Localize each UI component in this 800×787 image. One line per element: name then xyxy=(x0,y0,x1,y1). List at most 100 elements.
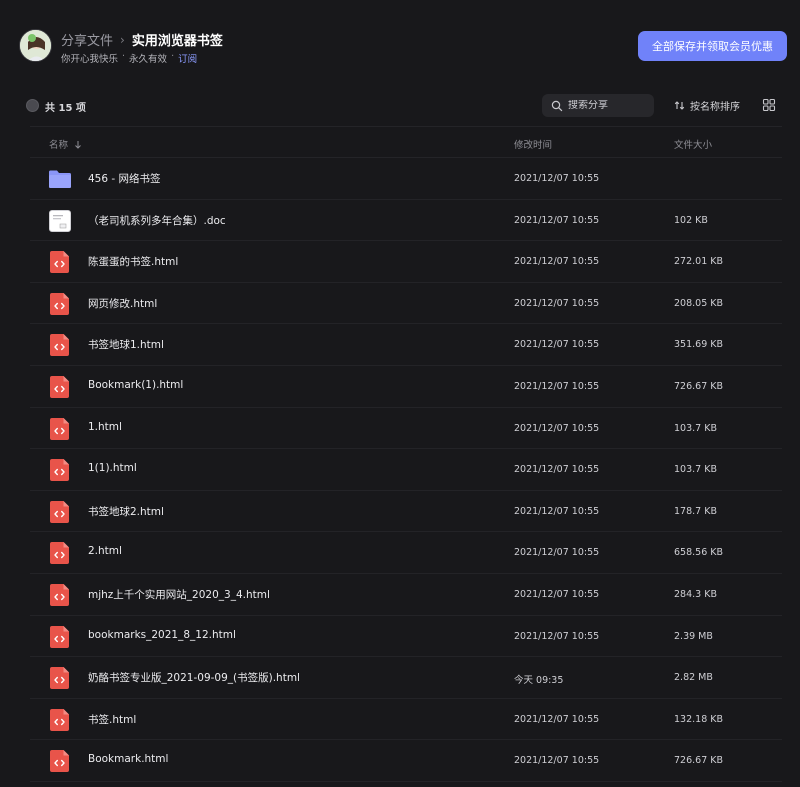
file-row[interactable]: bookmarks_2021_8_12.html 2021/12/07 10:55… xyxy=(30,616,782,658)
file-modified-time: 2021/12/07 10:55 xyxy=(514,464,600,476)
breadcrumb-separator: › xyxy=(120,32,125,47)
separator-dot: · xyxy=(171,51,175,62)
file-name[interactable]: （老司机系列多年合集）.doc xyxy=(88,213,226,228)
html-file-icon xyxy=(49,334,71,357)
file-size: 284.3 KB xyxy=(674,588,717,600)
search-icon xyxy=(551,100,563,111)
file-name[interactable]: 陈蛋蛋的书签.html xyxy=(88,254,178,269)
file-row[interactable]: Bookmark.html 2021/12/07 10:55 726.67 KB xyxy=(30,740,782,782)
file-name[interactable]: 456 - 网络书签 xyxy=(88,171,161,186)
validity-label: 永久有效 xyxy=(129,54,168,65)
sharer-avatar[interactable] xyxy=(19,29,52,62)
file-row[interactable]: 奶酪书签专业版_2021-09-09_(书签版).html 今天 09:35 2.8… xyxy=(30,657,782,699)
file-name[interactable]: Bookmark(1).html xyxy=(88,379,183,391)
file-row[interactable]: 456 - 网络书签 2021/12/07 10:55 xyxy=(30,158,782,200)
file-modified-time: 今天 09:35 xyxy=(514,675,564,687)
file-modified-time: 2021/12/07 10:55 xyxy=(514,755,600,767)
file-size: 103.7 KB xyxy=(674,464,717,476)
item-count: 共 15 项 xyxy=(45,103,86,114)
html-file-icon xyxy=(49,542,71,565)
column-name[interactable]: 名称 xyxy=(49,137,82,151)
separator-dot: · xyxy=(122,51,126,62)
html-file-icon xyxy=(49,375,71,398)
file-size: 726.67 KB xyxy=(674,380,724,392)
share-info: 你开心我快乐 · 永久有效 · 订阅 xyxy=(61,51,197,65)
search-box[interactable] xyxy=(542,94,654,117)
share-header: 分享文件 › 实用浏览器书签 你开心我快乐 · 永久有效 · 订阅 全部保存并领… xyxy=(0,0,800,88)
file-name[interactable]: 1.html xyxy=(88,421,122,433)
html-file-icon xyxy=(49,625,71,648)
column-time[interactable]: 修改时间 xyxy=(514,137,552,151)
file-name[interactable]: 网页修改.html xyxy=(88,296,157,311)
file-size: 103.7 KB xyxy=(674,422,717,434)
file-modified-time: 2021/12/07 10:55 xyxy=(514,380,600,392)
file-row[interactable]: 1(1).html 2021/12/07 10:55 103.7 KB xyxy=(30,449,782,491)
file-modified-time: 2021/12/07 10:55 xyxy=(514,630,600,642)
file-size: 272.01 KB xyxy=(674,256,724,268)
file-size: 2.39 MB xyxy=(674,630,713,642)
file-list: 456 - 网络书签 2021/12/07 10:55 （老司机系列多年合集）.do… xyxy=(30,158,782,782)
file-name[interactable]: Bookmark.html xyxy=(88,753,168,765)
arrow-down-icon xyxy=(75,140,81,149)
file-name[interactable]: 书签地球2.html xyxy=(88,504,164,519)
file-row[interactable]: （老司机系列多年合集）.doc 2021/12/07 10:55 102 KB xyxy=(30,200,782,242)
html-file-icon xyxy=(49,583,71,606)
sort-icon xyxy=(674,101,685,110)
file-size: 351.69 KB xyxy=(674,339,724,351)
file-modified-time: 2021/12/07 10:55 xyxy=(514,547,600,559)
html-file-icon xyxy=(49,292,71,315)
file-row[interactable]: 书签地球2.html 2021/12/07 10:55 178.7 KB xyxy=(30,491,782,533)
file-row[interactable]: 书签地球1.html 2021/12/07 10:55 351.69 KB xyxy=(30,324,782,366)
html-file-icon xyxy=(49,750,71,773)
file-name[interactable]: 1(1).html xyxy=(88,462,137,474)
file-modified-time: 2021/12/07 10:55 xyxy=(514,505,600,517)
sort-button[interactable]: 按名称排序 xyxy=(674,98,740,113)
html-file-icon xyxy=(49,500,71,523)
file-size: 132.18 KB xyxy=(674,713,724,725)
column-size[interactable]: 文件大小 xyxy=(674,137,712,151)
file-row[interactable]: 陈蛋蛋的书签.html 2021/12/07 10:55 272.01 KB xyxy=(30,241,782,283)
html-file-icon xyxy=(49,417,71,440)
search-input[interactable] xyxy=(568,100,648,111)
file-name[interactable]: 2.html xyxy=(88,545,122,557)
file-size: 726.67 KB xyxy=(674,755,724,767)
file-row[interactable]: mjhz上千个实用网站_2020_3_4.html 2021/12/07 10:5… xyxy=(30,574,782,616)
file-row[interactable]: Bookmark(1).html 2021/12/07 10:55 726.67 K… xyxy=(30,366,782,408)
folder-icon xyxy=(49,168,71,190)
file-modified-time: 2021/12/07 10:55 xyxy=(514,214,600,226)
file-size: 2.82 MB xyxy=(674,672,713,684)
file-size: 208.05 KB xyxy=(674,297,724,309)
save-all-button[interactable]: 全部保存并领取会员优惠 xyxy=(638,31,787,61)
sharer-name[interactable]: 你开心我快乐 xyxy=(61,51,118,65)
file-modified-time: 2021/12/07 10:55 xyxy=(514,713,600,725)
file-name[interactable]: mjhz上千个实用网站_2020_3_4.html xyxy=(88,587,270,602)
html-file-icon xyxy=(49,708,71,731)
file-row[interactable]: 1.html 2021/12/07 10:55 103.7 KB xyxy=(30,408,782,450)
file-row[interactable]: 网页修改.html 2021/12/07 10:55 208.05 KB xyxy=(30,283,782,325)
file-size: 658.56 KB xyxy=(674,547,724,559)
file-row[interactable]: 书签.html 2021/12/07 10:55 132.18 KB xyxy=(30,699,782,741)
html-file-icon xyxy=(49,667,71,690)
file-name[interactable]: 奶酪书签专业版_2021-09-09_(书签版).html xyxy=(88,670,300,685)
file-name[interactable]: 书签.html xyxy=(88,712,136,727)
html-file-icon xyxy=(49,459,71,482)
file-modified-time: 2021/12/07 10:55 xyxy=(514,339,600,351)
file-modified-time: 2021/12/07 10:55 xyxy=(514,588,600,600)
file-modified-time: 2021/12/07 10:55 xyxy=(514,256,600,268)
subscribe-link[interactable]: 订阅 xyxy=(178,51,197,65)
column-header: 名称 修改时间 文件大小 xyxy=(30,126,782,158)
file-size: 178.7 KB xyxy=(674,505,717,517)
file-name[interactable]: 书签地球1.html xyxy=(88,337,164,352)
file-modified-time: 2021/12/07 10:55 xyxy=(514,297,600,309)
file-toolbar: 共 15 项 按名称排序 xyxy=(0,92,800,120)
select-all-checkbox[interactable] xyxy=(26,99,39,112)
breadcrumb: 分享文件 › 实用浏览器书签 xyxy=(61,30,223,50)
doc-file-icon xyxy=(49,209,71,232)
file-name[interactable]: bookmarks_2021_8_12.html xyxy=(88,629,236,641)
breadcrumb-parent[interactable]: 分享文件 xyxy=(61,30,113,49)
sort-label: 按名称排序 xyxy=(690,102,740,113)
file-row[interactable]: 2.html 2021/12/07 10:55 658.56 KB xyxy=(30,532,782,574)
file-size: 102 KB xyxy=(674,214,708,226)
file-modified-time: 2021/12/07 10:55 xyxy=(514,422,600,434)
grid-view-icon[interactable] xyxy=(762,98,776,112)
